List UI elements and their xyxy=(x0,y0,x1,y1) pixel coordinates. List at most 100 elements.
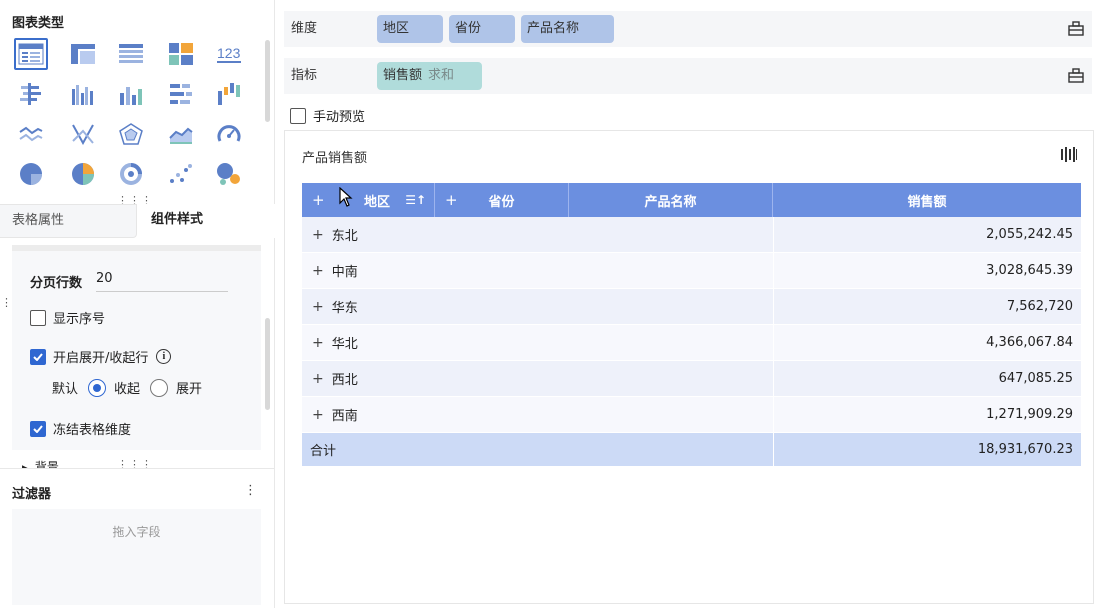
dimension-pill[interactable]: 产品名称 xyxy=(521,15,614,43)
shelf-settings-icon[interactable] xyxy=(1068,68,1084,87)
show-index-checkbox[interactable] xyxy=(30,309,46,326)
waterfall-icon[interactable] xyxy=(212,78,246,110)
ring-icon[interactable] xyxy=(114,158,148,190)
line-icon[interactable] xyxy=(14,118,48,150)
more-vertical-icon[interactable]: ⋮ xyxy=(244,483,257,498)
collapse-label: 收起 xyxy=(114,382,141,397)
header-province-label: 省份 xyxy=(488,194,515,210)
gauge-icon[interactable] xyxy=(212,118,246,150)
dimension-shelf[interactable]: 维度 地区 省份 产品名称 xyxy=(284,11,1092,47)
table-row[interactable]: + 西北 647,085.25 xyxy=(302,361,1081,397)
expand-plus-icon[interactable]: + xyxy=(312,191,325,209)
table-row[interactable]: + 西南 1,271,909.29 xyxy=(302,397,1081,433)
header-sales-label: 销售额 xyxy=(907,194,947,210)
manual-preview-option[interactable]: 手动预览 xyxy=(290,106,365,125)
data-table: + 地区 ☰↑ + 省份 产品名称 销售额 + 东北 2,055,242.45 … xyxy=(302,183,1081,467)
multi-pie-icon[interactable] xyxy=(66,158,100,190)
props-scrollbar[interactable] xyxy=(265,318,270,410)
expand-plus-icon[interactable]: + xyxy=(312,299,324,315)
manual-preview-checkbox[interactable] xyxy=(290,107,306,124)
expand-radio[interactable] xyxy=(150,378,169,397)
expand-collapse-option[interactable]: 开启展开/收起行 i xyxy=(30,347,172,366)
table-row[interactable]: + 华北 4,366,067.84 xyxy=(302,325,1081,361)
total-row: 合计 18,931,670.23 xyxy=(302,433,1081,467)
bubble-icon[interactable] xyxy=(212,158,246,190)
info-icon[interactable]: i xyxy=(156,349,172,364)
expand-collapse-checkbox[interactable] xyxy=(30,348,46,365)
table-icon[interactable] xyxy=(14,38,48,70)
header-region[interactable]: + 地区 ☰↑ xyxy=(302,183,435,217)
measure-label: 指标 xyxy=(291,68,318,83)
filter-section: 过滤器 ⋮ 拖入字段 xyxy=(0,468,275,608)
scatter-icon[interactable] xyxy=(164,158,198,190)
number-123-icon[interactable]: 123 xyxy=(212,38,246,70)
expand-plus-icon[interactable]: + xyxy=(312,371,324,387)
measure-shelf[interactable]: 指标 销售额 求和 xyxy=(284,58,1092,94)
default-label: 默认 xyxy=(52,382,79,397)
tab-table-props[interactable]: 表格属性 xyxy=(0,204,137,238)
table-row[interactable]: + 东北 2,055,242.45 xyxy=(302,217,1081,253)
pie-icon[interactable] xyxy=(14,158,48,190)
row-sales-value: 647,085.25 xyxy=(773,361,1081,396)
row-region: 华东 xyxy=(331,301,358,316)
page-rows-label: 分页行数 xyxy=(30,276,83,291)
detail-table-icon[interactable] xyxy=(114,38,148,70)
table-row[interactable]: + 华东 7,562,720 xyxy=(302,289,1081,325)
measure-pill[interactable]: 销售额 求和 xyxy=(377,62,483,90)
measure-pill-agg: 求和 xyxy=(428,68,455,83)
total-value: 18,931,670.23 xyxy=(773,433,1081,466)
row-region: 西北 xyxy=(331,373,358,388)
header-product[interactable]: 产品名称 xyxy=(569,183,773,217)
dimension-pills: 地区 省份 产品名称 xyxy=(377,15,620,43)
page-rows-input[interactable]: 20 xyxy=(96,271,229,292)
header-region-label: 地区 xyxy=(363,194,390,210)
radar-icon[interactable] xyxy=(114,118,148,150)
row-sales-value: 4,366,067.84 xyxy=(773,325,1081,360)
grouped-column-icon[interactable] xyxy=(66,78,100,110)
area-icon[interactable] xyxy=(164,118,198,150)
total-label: 合计 xyxy=(310,444,337,459)
svg-text:123: 123 xyxy=(217,45,241,61)
bar-h-icon[interactable] xyxy=(164,78,198,110)
collapse-radio[interactable] xyxy=(88,378,107,397)
measure-pills: 销售额 求和 xyxy=(377,62,488,90)
freeze-label: 冻结表格维度 xyxy=(53,423,132,438)
row-region: 华北 xyxy=(331,337,358,352)
table-row[interactable]: + 中南 3,028,645.39 xyxy=(302,253,1081,289)
freeze-dimension-option[interactable]: 冻结表格维度 xyxy=(30,419,131,438)
table-header: + 地区 ☰↑ + 省份 产品名称 销售额 xyxy=(302,183,1081,217)
filter-title: 过滤器 xyxy=(12,487,52,502)
row-sales-value: 3,028,645.39 xyxy=(773,253,1081,288)
widget-title: 产品销售额 xyxy=(302,151,368,166)
header-sales[interactable]: 销售额 xyxy=(773,183,1081,217)
grouped-bar-h-icon[interactable] xyxy=(14,78,48,110)
row-sales-value: 7,562,720 xyxy=(773,289,1081,324)
sort-icon[interactable]: ☰↑ xyxy=(405,193,426,207)
expand-plus-icon[interactable]: + xyxy=(312,335,324,351)
dimension-pill[interactable]: 省份 xyxy=(449,15,515,43)
property-tabs: 表格属性 组件样式 xyxy=(0,204,275,238)
shelf-settings-icon[interactable] xyxy=(1068,21,1084,40)
left-panel: 图表类型 123 ⋮⋮⋮ 表格属性 组件样式 ⋮ 分页行数 20 显示序号 开启… xyxy=(0,0,275,608)
next-section-partial: ▶背景 xyxy=(22,458,59,468)
expand-plus-icon[interactable]: + xyxy=(312,407,324,423)
column-icon[interactable] xyxy=(114,78,148,110)
row-sales-value: 1,271,909.29 xyxy=(773,397,1081,432)
parallel-lines-icon[interactable] xyxy=(66,118,100,150)
kpi-grid-icon[interactable] xyxy=(164,38,198,70)
dimension-label: 维度 xyxy=(291,21,318,36)
expand-plus-icon[interactable]: + xyxy=(445,191,458,209)
row-region: 东北 xyxy=(331,229,358,244)
chart-grid-scrollbar[interactable] xyxy=(265,40,270,122)
tab-component-style[interactable]: 组件样式 xyxy=(137,204,275,238)
row-sales-value: 2,055,242.45 xyxy=(773,217,1081,252)
expand-plus-icon[interactable]: + xyxy=(312,227,324,243)
expand-plus-icon[interactable]: + xyxy=(312,263,324,279)
barcode-icon[interactable] xyxy=(1061,147,1077,166)
header-province[interactable]: + 省份 xyxy=(435,183,569,217)
dimension-pill[interactable]: 地区 xyxy=(377,15,443,43)
freeze-checkbox[interactable] xyxy=(30,420,46,437)
filter-drop-zone[interactable]: 拖入字段 xyxy=(12,509,261,605)
show-index-option[interactable]: 显示序号 xyxy=(30,308,105,327)
cross-table-icon[interactable] xyxy=(66,38,100,70)
